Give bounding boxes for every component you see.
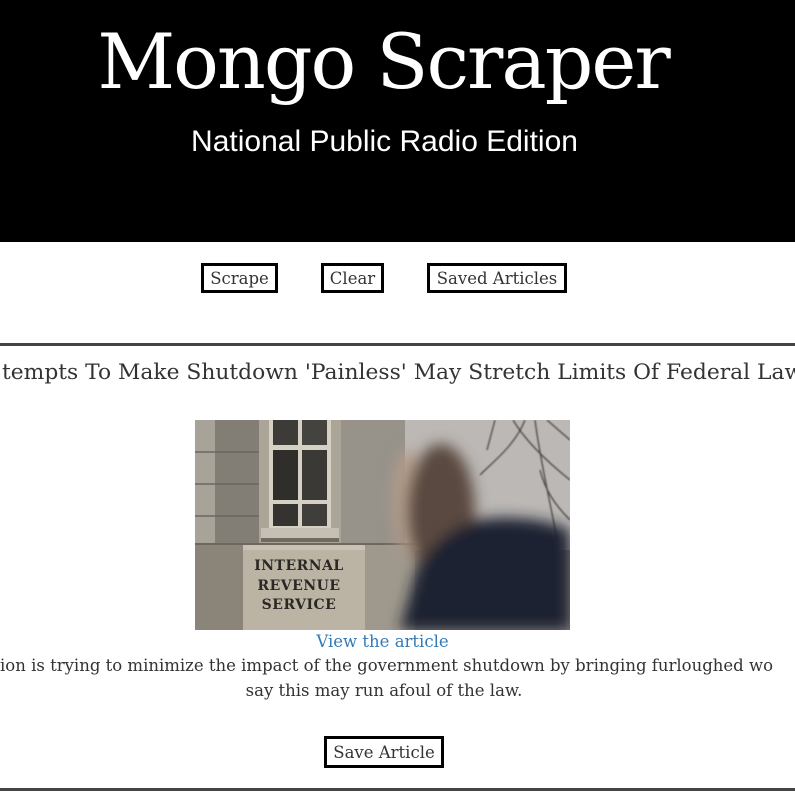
site-header: Mongo Scraper National Public Radio Edit… <box>0 0 795 242</box>
sign-text-line: INTERNAL <box>254 558 344 574</box>
article-summary-line: ion is trying to minimize the impact of … <box>0 656 774 675</box>
saved-articles-button[interactable]: Saved Articles <box>427 263 567 293</box>
window-pane <box>273 420 298 445</box>
article-image: INTERNAL REVENUE SERVICE <box>195 420 570 630</box>
window-pane <box>302 450 327 500</box>
sign-text-line: REVENUE <box>257 578 340 594</box>
article-divider-bottom <box>0 788 795 791</box>
window-sill <box>261 528 339 538</box>
window-pane <box>302 420 327 445</box>
site-subtitle: National Public Radio Edition <box>191 125 578 158</box>
article-summary: ion is trying to minimize the impact of … <box>0 655 795 679</box>
window-pane <box>302 504 327 526</box>
clear-button[interactable]: Clear <box>321 263 384 293</box>
article-headline-container: tempts To Make Shutdown 'Painless' May S… <box>0 359 795 387</box>
view-article-link-container: View the article <box>0 631 765 653</box>
sign-text-line: SERVICE <box>262 597 337 613</box>
save-article-button[interactable]: Save Article <box>324 736 444 768</box>
view-article-link[interactable]: View the article <box>316 632 448 651</box>
stone-wall-shaded <box>215 420 259 544</box>
window-pane <box>273 504 298 526</box>
article-summary-line: say this may run afoul of the law. <box>245 681 523 700</box>
photo-scene: INTERNAL REVENUE SERVICE <box>195 420 570 630</box>
stone-base-left <box>195 544 243 630</box>
sign-engraving: INTERNAL REVENUE SERVICE <box>254 558 344 613</box>
article-divider-top <box>0 343 795 346</box>
article-headline: tempts To Make Shutdown 'Painless' May S… <box>2 360 795 385</box>
site-title: Mongo Scraper <box>97 17 670 106</box>
window-sill-shadow <box>261 538 339 542</box>
scrape-button[interactable]: Scrape <box>201 263 278 293</box>
window-pane <box>273 450 298 500</box>
stone-pilaster <box>195 420 215 544</box>
